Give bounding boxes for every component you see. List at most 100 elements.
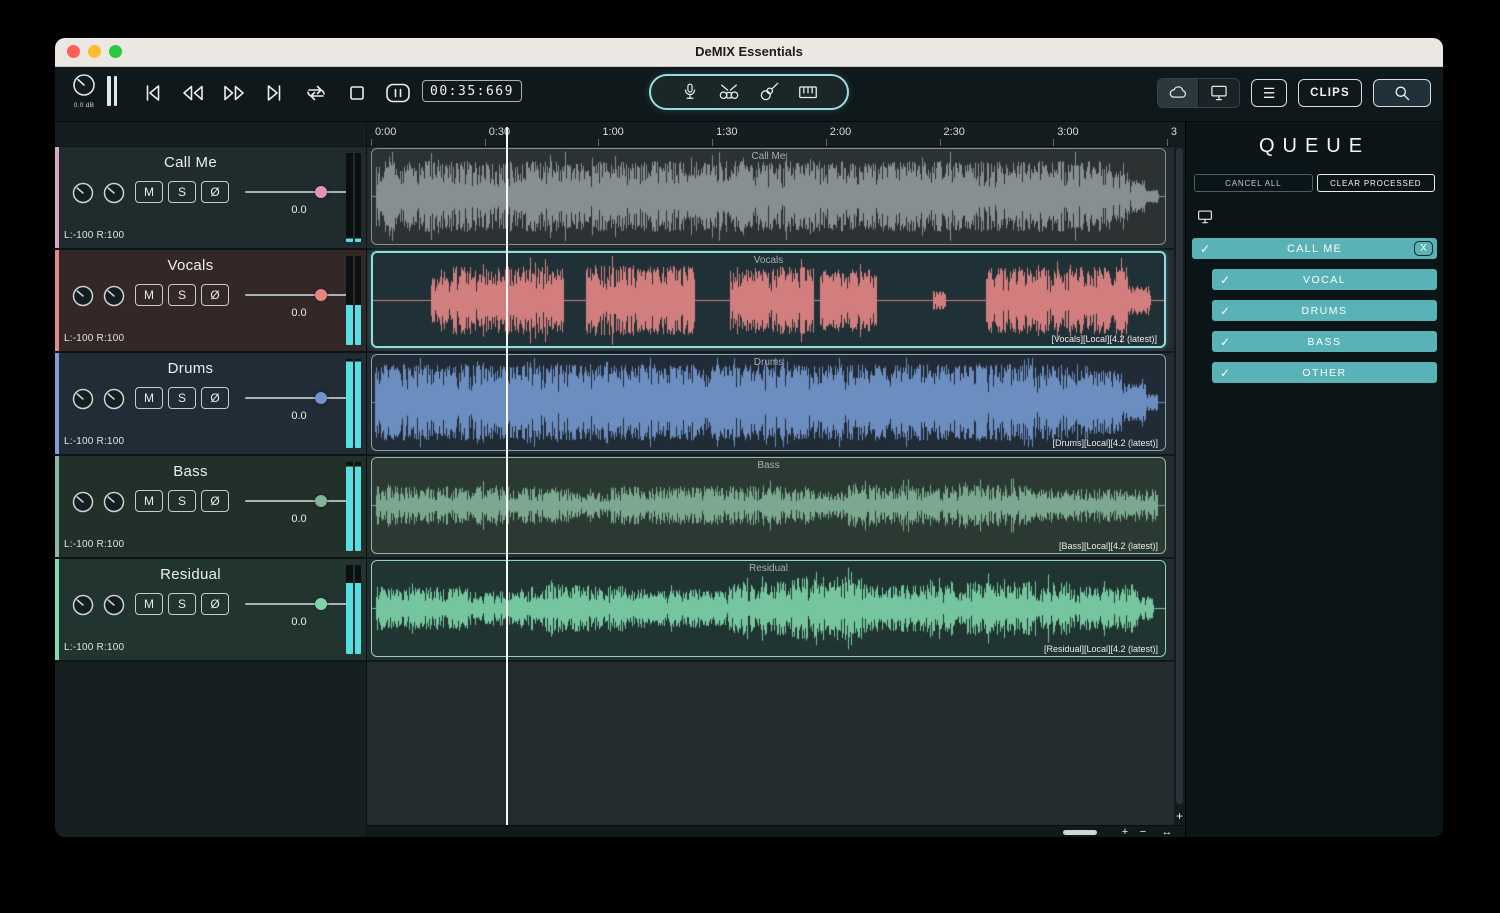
mute-button[interactable]: M bbox=[135, 284, 163, 306]
phase-button[interactable]: Ø bbox=[201, 181, 229, 203]
solo-button[interactable]: S bbox=[168, 181, 196, 203]
titlebar: DeMIX Essentials bbox=[55, 38, 1443, 67]
track-name[interactable]: Residual bbox=[55, 566, 326, 583]
volume-slider-handle[interactable] bbox=[314, 392, 327, 404]
app-window: DeMIX Essentials 0.0 dB 00:35:669 ☰ CLIP… bbox=[55, 38, 1443, 837]
track-header-residual: Residual M S Ø 0.0 L:-100 R:100 bbox=[55, 559, 366, 662]
clip-title: Call Me bbox=[751, 151, 786, 162]
lane-call-me: Call Me bbox=[367, 147, 1185, 250]
check-icon: ✓ bbox=[1220, 365, 1231, 380]
horizontal-scrollbar[interactable]: + − ↔ bbox=[367, 825, 1185, 837]
phase-button[interactable]: Ø bbox=[201, 387, 229, 409]
mute-button[interactable]: M bbox=[135, 181, 163, 203]
audio-clip-bass[interactable]: Bass [Bass][Local][4.2 (latest)] bbox=[371, 457, 1166, 554]
remove-job-button[interactable]: X bbox=[1414, 240, 1433, 256]
phase-button[interactable]: Ø bbox=[201, 490, 229, 512]
volume-slider-handle[interactable] bbox=[314, 186, 327, 198]
zoom-fit-button[interactable]: ↔ bbox=[1159, 826, 1175, 837]
width-knob[interactable] bbox=[101, 489, 127, 515]
track-name[interactable]: Drums bbox=[55, 360, 326, 377]
mute-button[interactable]: M bbox=[135, 490, 163, 512]
vertical-scrollbar[interactable]: + bbox=[1174, 146, 1185, 826]
width-knob[interactable] bbox=[101, 592, 127, 618]
queue-stem-drums[interactable]: ✓ DRUMS bbox=[1212, 300, 1437, 321]
pan-knob[interactable] bbox=[70, 489, 96, 515]
audio-clip-drums[interactable]: Drums [Drums][Local][4.2 (latest)] bbox=[371, 354, 1166, 451]
track-name[interactable]: Call Me bbox=[55, 154, 326, 171]
track-name[interactable]: Vocals bbox=[55, 257, 326, 274]
queue-stem-bass[interactable]: ✓ BASS bbox=[1212, 331, 1437, 352]
horizontal-scrollbar-thumb[interactable] bbox=[1063, 830, 1097, 835]
volume-slider-handle[interactable] bbox=[314, 598, 327, 610]
microphone-icon[interactable] bbox=[680, 81, 700, 103]
queue-panel: QUEUE CANCEL ALL CLEAR PROCESSED ✓ CALL … bbox=[1185, 122, 1443, 837]
check-icon: ✓ bbox=[1200, 241, 1211, 256]
rewind-button[interactable] bbox=[174, 77, 212, 109]
clip-title: Residual bbox=[749, 563, 788, 574]
loop-button[interactable] bbox=[297, 77, 335, 109]
piano-icon[interactable] bbox=[797, 81, 819, 103]
skip-to-start-button[interactable] bbox=[133, 77, 171, 109]
zoom-out-button[interactable]: − bbox=[1135, 826, 1151, 837]
solo-button[interactable]: S bbox=[168, 387, 196, 409]
volume-slider-handle[interactable] bbox=[314, 495, 327, 507]
cloud-icon bbox=[1169, 86, 1187, 98]
timeline-ruler[interactable]: 0:00 0:30 1:00 1:30 2:00 2:30 3:00 3 bbox=[367, 122, 1185, 147]
skip-to-end-button[interactable] bbox=[256, 77, 294, 109]
lane-bass: Bass [Bass][Local][4.2 (latest)] bbox=[367, 456, 1185, 559]
volume-slider[interactable] bbox=[245, 287, 353, 303]
stem-label: DRUMS bbox=[1301, 304, 1348, 317]
search-button[interactable] bbox=[1373, 79, 1431, 107]
queue-stem-other[interactable]: ✓ OTHER bbox=[1212, 362, 1437, 383]
width-knob[interactable] bbox=[101, 283, 127, 309]
audio-clip-vocals[interactable]: Vocals [Vocals][Local][4.2 (latest)] bbox=[371, 251, 1166, 348]
clips-button[interactable]: CLIPS bbox=[1298, 79, 1362, 107]
menu-button[interactable]: ☰ bbox=[1251, 79, 1287, 107]
queue-job-call-me[interactable]: ✓ CALL ME X bbox=[1192, 238, 1437, 259]
pan-knob[interactable] bbox=[70, 180, 96, 206]
queue-stem-vocal[interactable]: ✓ VOCAL bbox=[1212, 269, 1437, 290]
track-name[interactable]: Bass bbox=[55, 463, 326, 480]
pan-knob[interactable] bbox=[70, 592, 96, 618]
master-gain-value: 0.0 dB bbox=[73, 102, 95, 109]
volume-slider[interactable] bbox=[245, 390, 353, 406]
pan-knob[interactable] bbox=[70, 283, 96, 309]
cloud-processing-button[interactable] bbox=[1158, 79, 1198, 107]
guitar-icon[interactable] bbox=[758, 81, 780, 103]
clear-processed-button[interactable]: CLEAR PROCESSED bbox=[1316, 174, 1435, 192]
pause-button[interactable] bbox=[379, 77, 417, 109]
solo-button[interactable]: S bbox=[168, 284, 196, 306]
pan-knob[interactable] bbox=[70, 386, 96, 412]
mute-button[interactable]: M bbox=[135, 593, 163, 615]
local-processing-button[interactable] bbox=[1198, 79, 1239, 107]
master-gain-knob[interactable]: 0.0 dB bbox=[69, 72, 99, 109]
mute-button[interactable]: M bbox=[135, 387, 163, 409]
track-level-meter bbox=[346, 153, 361, 242]
volume-slider-handle[interactable] bbox=[314, 289, 327, 301]
volume-slider[interactable] bbox=[245, 596, 353, 612]
solo-button[interactable]: S bbox=[168, 490, 196, 512]
volume-slider[interactable] bbox=[245, 184, 353, 200]
cancel-all-button[interactable]: CANCEL ALL bbox=[1194, 174, 1313, 192]
volume-value: 0.0 bbox=[291, 616, 307, 628]
instrument-selector[interactable] bbox=[649, 74, 849, 110]
solo-button[interactable]: S bbox=[168, 593, 196, 615]
drums-icon[interactable] bbox=[717, 81, 741, 103]
width-knob[interactable] bbox=[101, 180, 127, 206]
vertical-scrollbar-thumb[interactable] bbox=[1176, 148, 1183, 804]
phase-button[interactable]: Ø bbox=[201, 284, 229, 306]
stop-button[interactable] bbox=[338, 77, 376, 109]
width-knob[interactable] bbox=[101, 386, 127, 412]
playhead[interactable] bbox=[506, 127, 508, 826]
volume-value: 0.0 bbox=[291, 204, 307, 216]
volume-slider[interactable] bbox=[245, 493, 353, 509]
vertical-zoom-in-button[interactable]: + bbox=[1174, 809, 1185, 823]
master-level-meter bbox=[107, 76, 117, 106]
phase-button[interactable]: Ø bbox=[201, 593, 229, 615]
track-header-call-me: Call Me M S Ø 0.0 L:-100 R:100 bbox=[55, 147, 366, 250]
clip-title: Vocals bbox=[753, 255, 784, 266]
audio-clip-residual[interactable]: Residual [Residual][Local][4.2 (latest)] bbox=[371, 560, 1166, 657]
audio-clip-call-me[interactable]: Call Me bbox=[371, 148, 1166, 245]
zoom-in-button[interactable]: + bbox=[1117, 826, 1133, 837]
fast-forward-button[interactable] bbox=[215, 77, 253, 109]
